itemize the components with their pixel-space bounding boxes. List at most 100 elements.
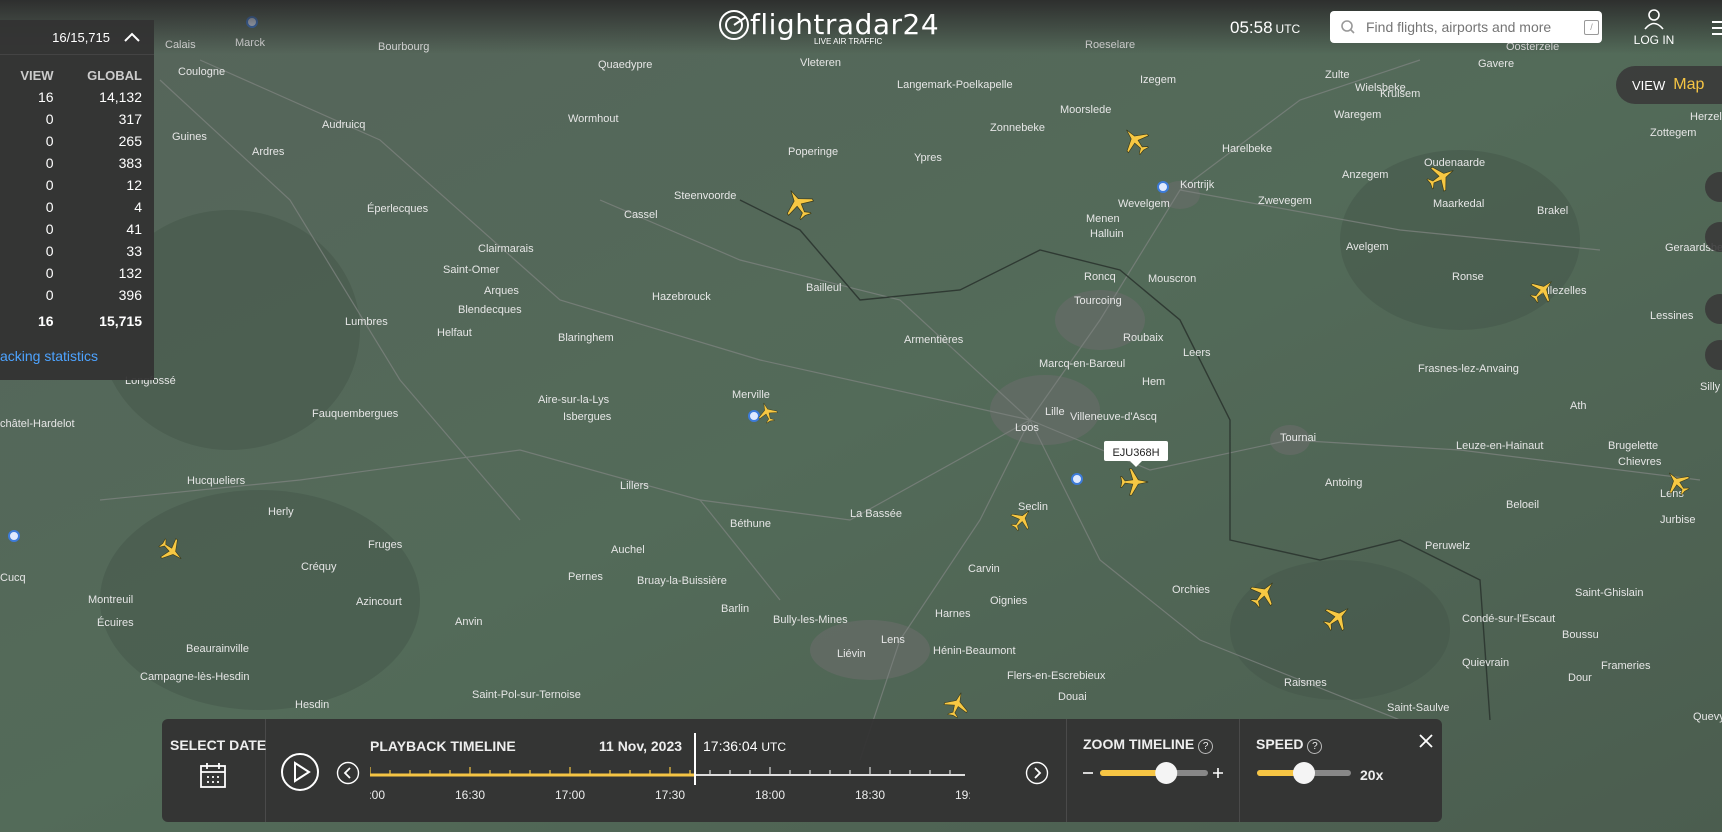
place-label: Éperlecques	[367, 202, 429, 215]
place-label: Fauquembergues	[312, 408, 399, 420]
shortcut-key: /	[1584, 19, 1599, 35]
place-label: Saint-Pol-sur-Ternoise	[472, 689, 581, 701]
place-label: Mouscron	[1148, 273, 1196, 285]
place-label: Douai	[1058, 691, 1087, 703]
place-label: Bruay-la-Buissière	[637, 575, 727, 587]
place-label: Steenvoorde	[674, 190, 736, 202]
timeline-section: PLAYBACK TIMELINE 11 Nov, 2023 17:36:04 …	[266, 719, 1067, 822]
place-label: Bully-les-Mines	[773, 614, 848, 626]
help-icon[interactable]: ?	[1307, 739, 1323, 754]
play-button[interactable]	[280, 752, 320, 792]
logo[interactable]: flightradar24 LIVE AIR TRAFFIC	[718, 8, 939, 46]
view-value: Map	[1673, 76, 1705, 93]
stats-row: 0 33	[0, 240, 142, 262]
place-label: Saint-Omer	[443, 264, 500, 276]
place-label: Jurbise	[1660, 514, 1695, 526]
place-label: Bailleul	[806, 282, 841, 294]
stats-cell-view: 0	[45, 221, 54, 237]
place-label: Merville	[732, 389, 770, 401]
stats-cell-global: 12	[126, 177, 142, 193]
stats-cell-view: 0	[45, 265, 54, 281]
airport-pin	[1157, 181, 1169, 193]
search-input[interactable]	[1364, 18, 1578, 36]
place-label: Harelbeke	[1222, 143, 1272, 155]
place-label: Saint-Saulve	[1387, 702, 1449, 714]
close-icon[interactable]	[1418, 733, 1434, 749]
airport-pin	[1071, 473, 1083, 485]
select-date[interactable]: SELECT DATE	[162, 719, 266, 822]
place-label: Brugelette	[1608, 440, 1658, 452]
place-label: Moorslede	[1060, 104, 1111, 116]
airport-pin	[748, 410, 760, 422]
zoom-timeline-label: ZOOM TIMELINE ?	[1083, 736, 1214, 754]
menu-icon[interactable]	[1712, 20, 1722, 36]
place-label: Leuze-en-Hainaut	[1456, 440, 1543, 452]
speed-label: SPEED ?	[1256, 736, 1323, 754]
place-label: Hucqueliers	[187, 475, 246, 487]
stats-row: 04	[0, 196, 142, 218]
place-label: Lillers	[620, 480, 649, 492]
place-label: Brakel	[1537, 205, 1568, 217]
speed-slider[interactable]	[1254, 759, 1354, 787]
timeline-scrubber[interactable]: 16:00 16:30 17:00 17:30 18:00 18:30 19:00	[370, 719, 970, 822]
stats-cell-view: 0	[45, 287, 54, 303]
user-icon	[1644, 9, 1664, 30]
place-label: Montreuil	[88, 594, 133, 606]
place-label: Roncq	[1084, 271, 1116, 283]
zoom-timeline-section: ZOOM TIMELINE ?	[1067, 719, 1240, 822]
place-label: Lens	[881, 634, 905, 646]
view-toggle[interactable]: VIEW Map	[1616, 66, 1722, 104]
place-label: Auchel	[611, 544, 645, 556]
stats-cell-global: 132	[118, 265, 142, 281]
place-label: Silly	[1700, 381, 1721, 393]
tick-label: 17:30	[655, 788, 685, 802]
place-label: Halluin	[1090, 228, 1124, 240]
stats-row: 0 265	[0, 130, 142, 152]
chevron-up-icon[interactable]	[122, 31, 142, 43]
place-label: Poperinge	[788, 146, 838, 158]
login-button[interactable]: LOG IN	[1628, 8, 1680, 47]
place-label: Waregem	[1334, 109, 1381, 121]
place-label: Quaedypre	[598, 59, 652, 71]
tick-label: 16:30	[455, 788, 485, 802]
place-label: Cassel	[624, 209, 658, 221]
help-icon[interactable]: ?	[1198, 739, 1214, 754]
stats-cell-view: 0	[45, 111, 54, 127]
place-label: Leers	[1183, 347, 1211, 359]
tick-label: 16:00	[370, 788, 385, 802]
place-label: Frasnes-lez-Anvaing	[1418, 363, 1519, 375]
place-label: Menen	[1086, 213, 1120, 225]
playback-panel: SELECT DATE PLAYBACK TIMELINE 11 Nov, 20…	[162, 719, 1442, 822]
stats-cell-global: 317	[118, 111, 142, 127]
search-box[interactable]: /	[1330, 11, 1602, 43]
place-label: Tourcoing	[1074, 295, 1122, 307]
place-label: Fruges	[368, 539, 403, 551]
place-label: La Bassée	[850, 508, 902, 520]
stats-row: 0 41	[0, 218, 142, 240]
place-label: Villeneuve-d'Ascq	[1070, 411, 1157, 423]
zoom-timeline-slider[interactable]	[1081, 759, 1231, 787]
calendar-icon[interactable]	[199, 761, 227, 789]
place-label: châtel-Hardelot	[0, 418, 75, 430]
map-canvas[interactable]: CalaisMarckBourbourgQuaedypreVleterenLan…	[0, 0, 1722, 832]
place-label: Ath	[1570, 400, 1587, 412]
zoom-timeline-text: ZOOM TIMELINE	[1083, 736, 1195, 752]
place-label: Boussu	[1562, 629, 1599, 641]
login-label: LOG IN	[1633, 33, 1675, 47]
tracking-statistics-link[interactable]: acking statistics	[0, 348, 98, 364]
logo-subtitle: LIVE AIR TRAFFIC	[814, 37, 883, 46]
place-label: Vleteren	[800, 57, 841, 69]
search-icon	[1341, 20, 1355, 34]
col-view: VIEW	[20, 68, 54, 83]
place-label: Avelgem	[1346, 241, 1389, 253]
place-label: Blaringhem	[558, 332, 614, 344]
place-label: Herzele	[1690, 111, 1722, 123]
step-forward-button[interactable]	[1025, 761, 1049, 785]
col-global: GLOBAL	[87, 68, 142, 83]
stats-row: 0 132	[0, 262, 142, 284]
stats-cell-view: 0	[45, 243, 54, 259]
select-date-label: SELECT DATE	[170, 737, 267, 753]
place-label: Langemark-Poelkapelle	[897, 79, 1013, 91]
step-back-button[interactable]	[336, 761, 360, 785]
stats-header[interactable]: 16/15,715	[0, 20, 154, 55]
